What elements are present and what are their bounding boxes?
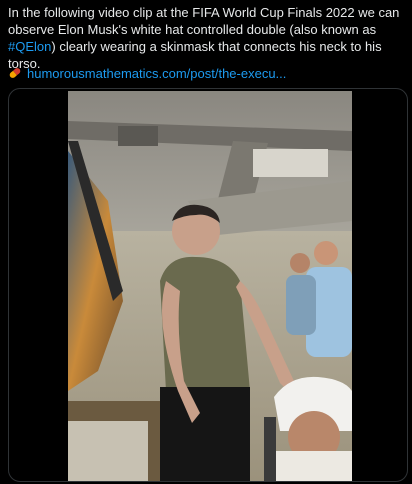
link-text[interactable]: humorousmathematics.com/post/the-execu..… — [27, 66, 286, 81]
hashtag-link[interactable]: #QElon — [8, 39, 51, 54]
video-thumbnail-icon — [68, 91, 352, 481]
post-text-start: In the following video clip at the FIFA … — [8, 5, 400, 37]
media-card — [8, 88, 408, 482]
pill-icon — [8, 66, 22, 80]
video-player[interactable] — [68, 91, 352, 481]
external-link[interactable]: humorousmathematics.com/post/the-execu..… — [8, 64, 286, 82]
post-text: In the following video clip at the FIFA … — [8, 4, 406, 72]
